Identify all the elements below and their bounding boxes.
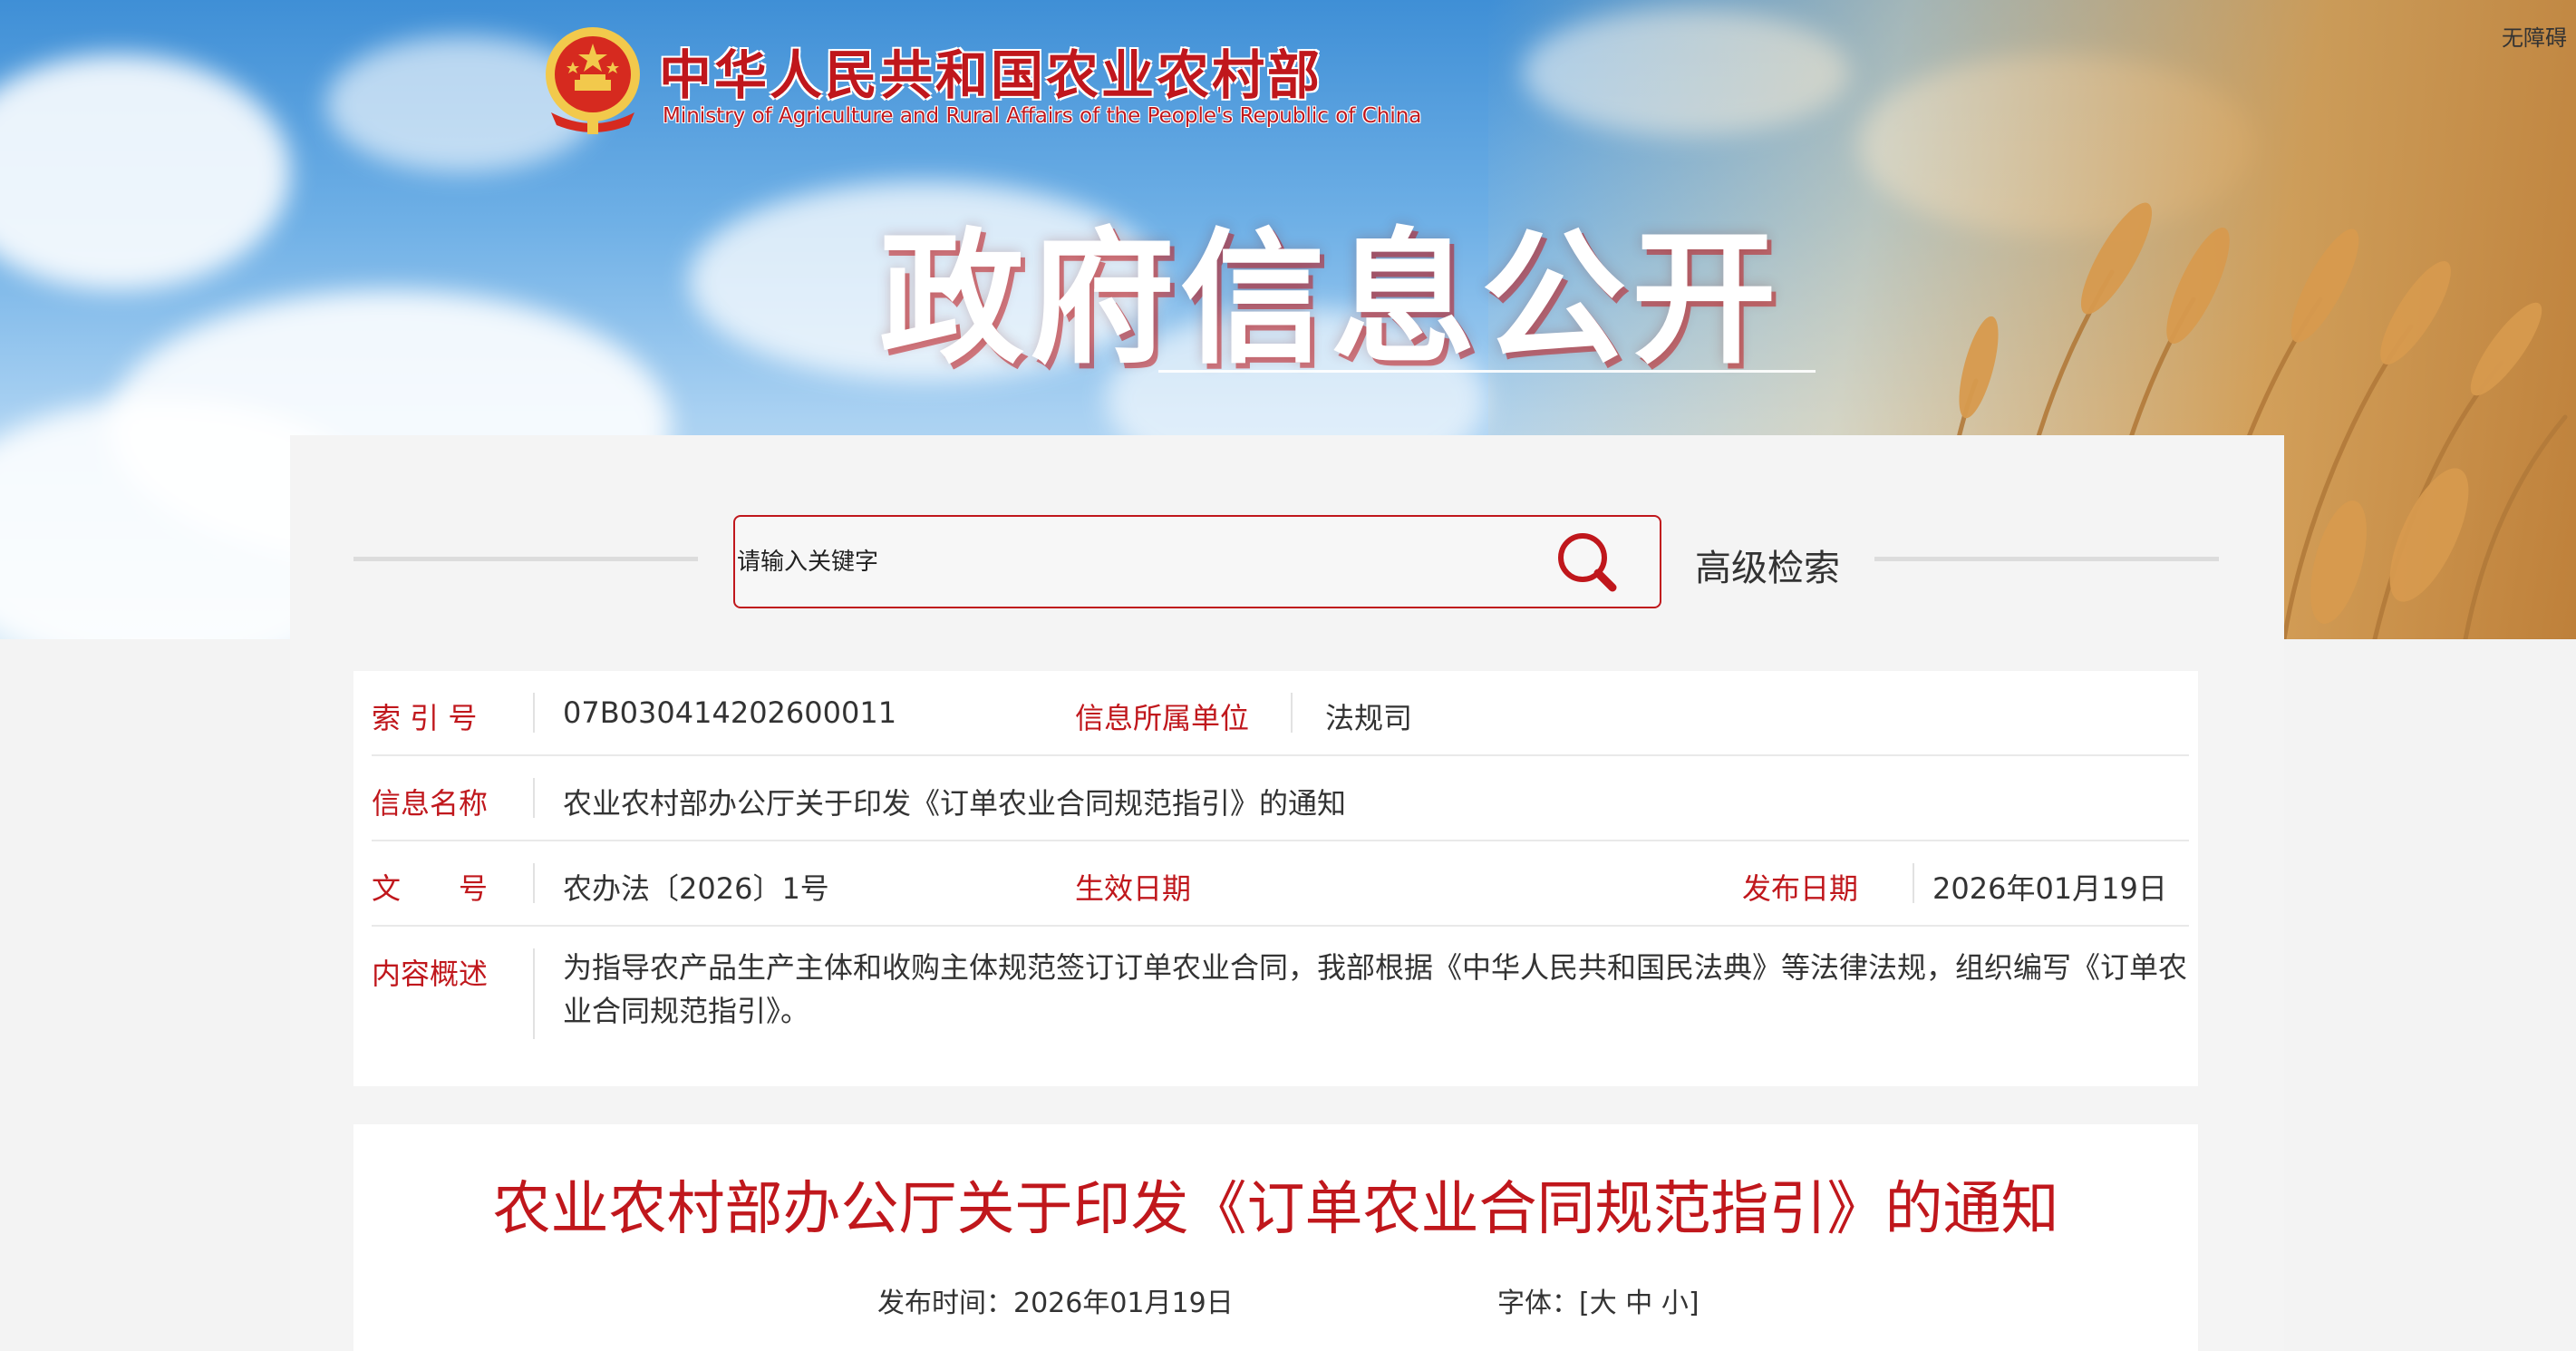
metadata-row: 信息名称 农业农村部办公厅关于印发《订单农业合同规范指引》的通知: [372, 756, 2189, 841]
cell-divider: [1291, 693, 1293, 733]
publish-date-value: 2026年01月19日: [1932, 871, 2167, 906]
index-value: 07B030414202600011: [563, 695, 897, 730]
metadata-row: 文 号 农办法〔2026〕1号 生效日期 发布日期 2026年01月19日: [372, 841, 2189, 927]
summary-value: 为指导农产品生产主体和收购主体规范签订订单农业合同，我部根据《中华人民共和国民法…: [563, 950, 2188, 1028]
cell-divider: [533, 778, 535, 818]
publish-date-label: 发布日期: [1742, 871, 1859, 906]
font-size-large-button[interactable]: 大: [1590, 1288, 1617, 1319]
search-divider-left: [353, 557, 698, 561]
unit-label: 信息所属单位: [1075, 701, 1250, 735]
article-title: 农业农村部办公厅关于印发《订单农业合同规范指引》的通知: [492, 1176, 2059, 1243]
index-label: 索 引 号: [372, 701, 478, 735]
unit-value: 法规司: [1325, 701, 1413, 735]
ministry-name-en: Ministry of Agriculture and Rural Affair…: [663, 104, 1422, 128]
cell-divider: [533, 948, 535, 1039]
font-size-medium-button[interactable]: 中: [1625, 1288, 1652, 1319]
search-input[interactable]: [735, 517, 1551, 607]
metadata-table: 索 引 号 07B030414202600011 信息所属单位 法规司 信息名称…: [353, 671, 2198, 1086]
metadata-row: 内容概述 为指导农产品生产主体和收购主体规范签订订单农业合同，我部根据《中华人民…: [372, 927, 2189, 1086]
search-icon[interactable]: [1551, 526, 1623, 598]
font-size-small-button[interactable]: 小: [1661, 1288, 1689, 1319]
national-emblem-icon[interactable]: [542, 24, 644, 136]
cell-divider: [533, 863, 535, 903]
article-card: 农业农村部办公厅关于印发《订单农业合同规范指引》的通知 发布时间：2026年01…: [353, 1124, 2198, 1351]
publish-time-label: 发布时间：: [877, 1288, 1013, 1319]
metadata-row: 索 引 号 07B030414202600011 信息所属单位 法规司: [372, 671, 2189, 756]
summary-label: 内容概述: [372, 957, 489, 991]
effective-date-label: 生效日期: [1075, 871, 1192, 906]
page-title: 政府信息公开: [879, 214, 1783, 384]
docno-label: 文 号: [372, 871, 489, 906]
font-size-label: 字体：: [1497, 1288, 1579, 1319]
title-underline: [1158, 370, 1816, 373]
font-size-bracket-close: ]: [1688, 1288, 1700, 1319]
search-bar[interactable]: [733, 515, 1661, 608]
docno-value: 农办法〔2026〕1号: [563, 871, 829, 906]
advanced-search-link[interactable]: 高级检索: [1695, 539, 1840, 591]
accessibility-link[interactable]: 无障碍: [2502, 20, 2567, 52]
name-value: 农业农村部办公厅关于印发《订单农业合同规范指引》的通知: [563, 786, 1347, 821]
publish-time: 发布时间：2026年01月19日: [877, 1280, 1234, 1320]
font-size-bracket-open: [: [1579, 1288, 1590, 1319]
search-divider-right: [1874, 557, 2219, 561]
cell-divider: [533, 693, 535, 733]
cell-divider: [1913, 863, 1914, 903]
ministry-name-cn: 中华人民共和国农业农村部: [659, 44, 1323, 106]
publish-time-value: 2026年01月19日: [1013, 1288, 1234, 1319]
name-label: 信息名称: [372, 786, 489, 821]
font-size-switcher: 字体：[大 中 小]: [1497, 1280, 1700, 1320]
